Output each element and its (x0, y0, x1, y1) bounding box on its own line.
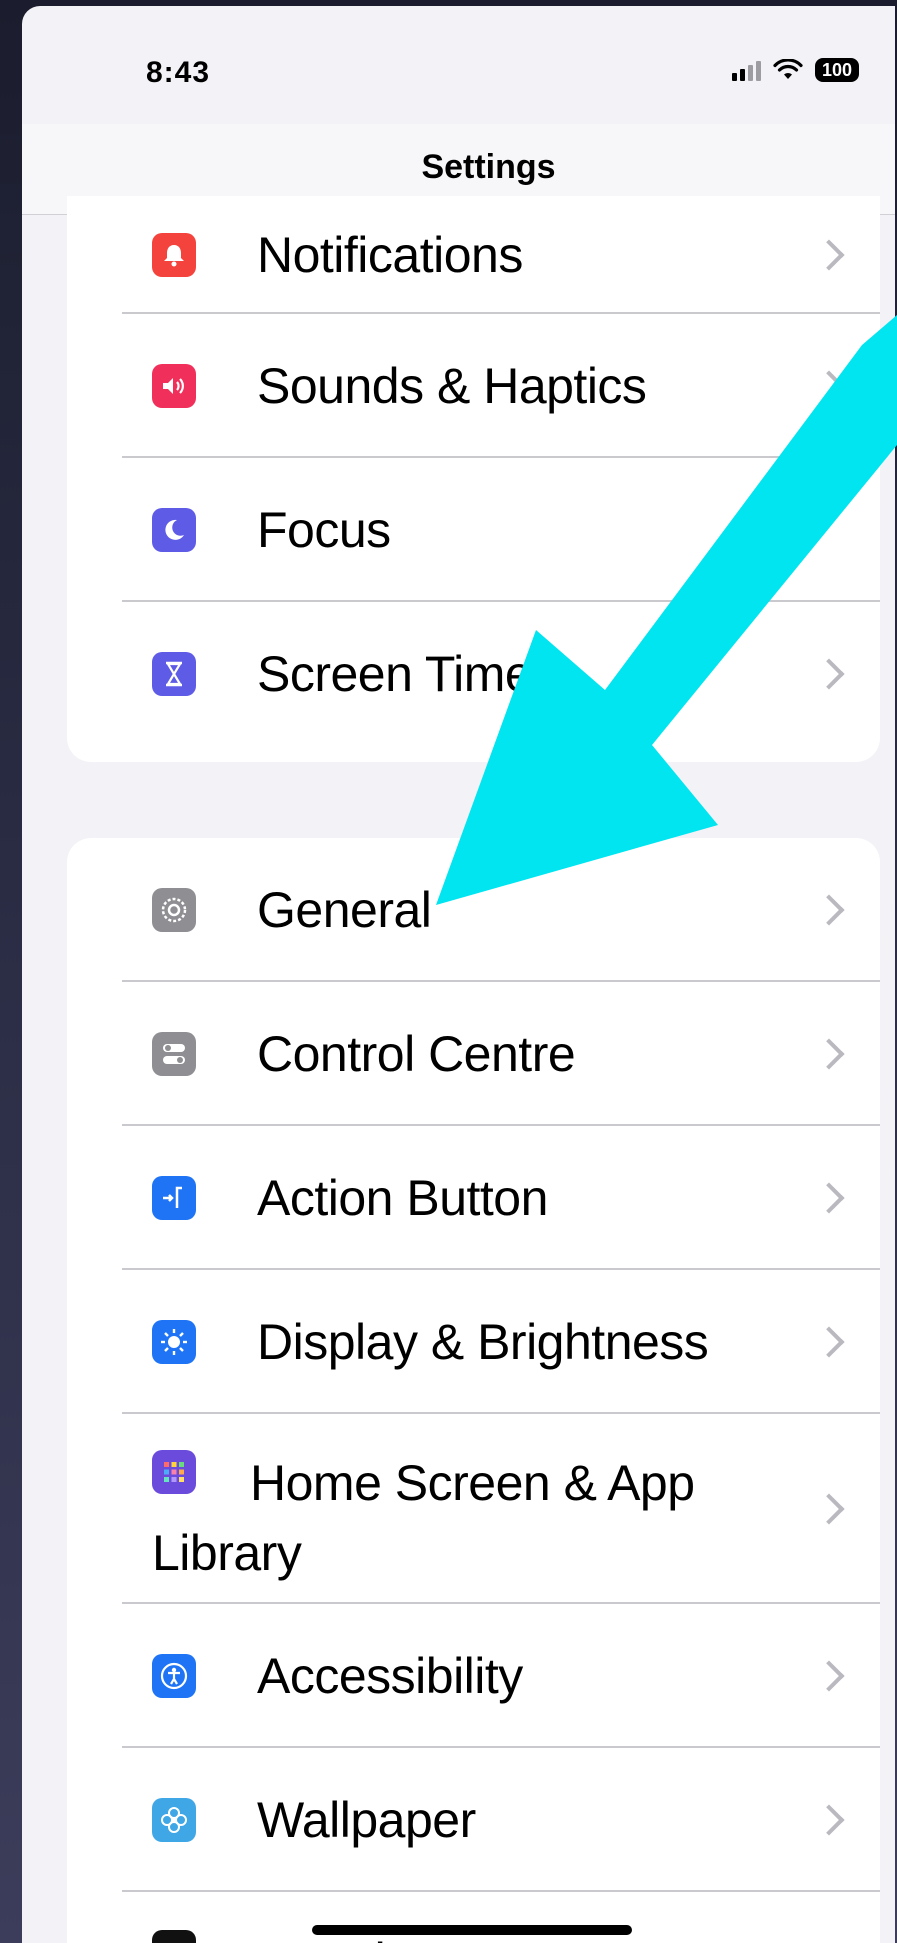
row-label: General (257, 882, 432, 938)
row-label: Display & Brightness (257, 1314, 709, 1370)
row-label: Focus (257, 502, 391, 558)
status-time: 8:43 (146, 56, 211, 89)
moon-icon (152, 508, 196, 552)
status-bar: 8:43 100 (22, 6, 895, 124)
settings-row-sounds-haptics[interactable]: Sounds & Haptics (67, 314, 880, 458)
toggles-icon (152, 1032, 196, 1076)
battery-icon: 100 (815, 58, 859, 82)
settings-row-accessibility[interactable]: Accessibility (67, 1604, 880, 1748)
settings-row-focus[interactable]: Focus (67, 458, 880, 602)
page-title: Settings (421, 148, 556, 186)
settings-row-home-screen[interactable]: Home Screen & App Library (67, 1414, 880, 1604)
chevron-right-icon (813, 1804, 845, 1836)
settings-row-wallpaper[interactable]: Wallpaper (67, 1748, 880, 1892)
settings-screen: 8:43 100 Settings Notifications Sounds &… (22, 6, 895, 1943)
settings-group-1: Notifications Sounds & Haptics Focus Scr… (67, 196, 880, 762)
settings-row-action-button[interactable]: Action Button (67, 1126, 880, 1270)
settings-row-general[interactable]: General (67, 838, 880, 982)
hourglass-icon (152, 652, 196, 696)
row-label: Home Screen & App Library (152, 1455, 695, 1581)
row-label: Sounds & Haptics (257, 358, 647, 414)
row-label: Wallpaper (257, 1792, 476, 1848)
chevron-right-icon (813, 1493, 845, 1525)
settings-row-display-brightness[interactable]: Display & Brightness (67, 1270, 880, 1414)
chevron-right-icon (813, 370, 845, 402)
home-indicator[interactable] (312, 1925, 632, 1935)
flower-icon (152, 1798, 196, 1842)
chevron-right-icon (813, 1038, 845, 1070)
bell-icon (152, 233, 196, 277)
settings-row-screen-time[interactable]: Screen Time (67, 602, 880, 746)
settings-group-2: General Control Centre Action Button Dis… (67, 838, 880, 1943)
action-button-icon (152, 1176, 196, 1220)
wifi-icon (773, 59, 803, 79)
chevron-right-icon (813, 1182, 845, 1214)
settings-row-notifications[interactable]: Notifications (67, 196, 880, 314)
cellular-signal-icon (732, 59, 761, 81)
standby-icon (152, 1930, 196, 1943)
row-label: Screen Time (257, 646, 533, 702)
gear-icon (152, 888, 196, 932)
speaker-icon (152, 364, 196, 408)
settings-row-standby[interactable]: StandBy (67, 1892, 880, 1943)
settings-row-control-centre[interactable]: Control Centre (67, 982, 880, 1126)
chevron-right-icon (813, 894, 845, 926)
row-label: Accessibility (257, 1648, 523, 1704)
chevron-right-icon (813, 658, 845, 690)
row-label: Action Button (257, 1170, 548, 1226)
row-label: Control Centre (257, 1026, 576, 1082)
row-label: Notifications (257, 227, 523, 283)
chevron-right-icon (813, 1326, 845, 1358)
sun-icon (152, 1320, 196, 1364)
accessibility-icon (152, 1654, 196, 1698)
chevron-right-icon (813, 239, 845, 271)
status-icons: 100 (732, 58, 859, 82)
chevron-right-icon (813, 1660, 845, 1692)
